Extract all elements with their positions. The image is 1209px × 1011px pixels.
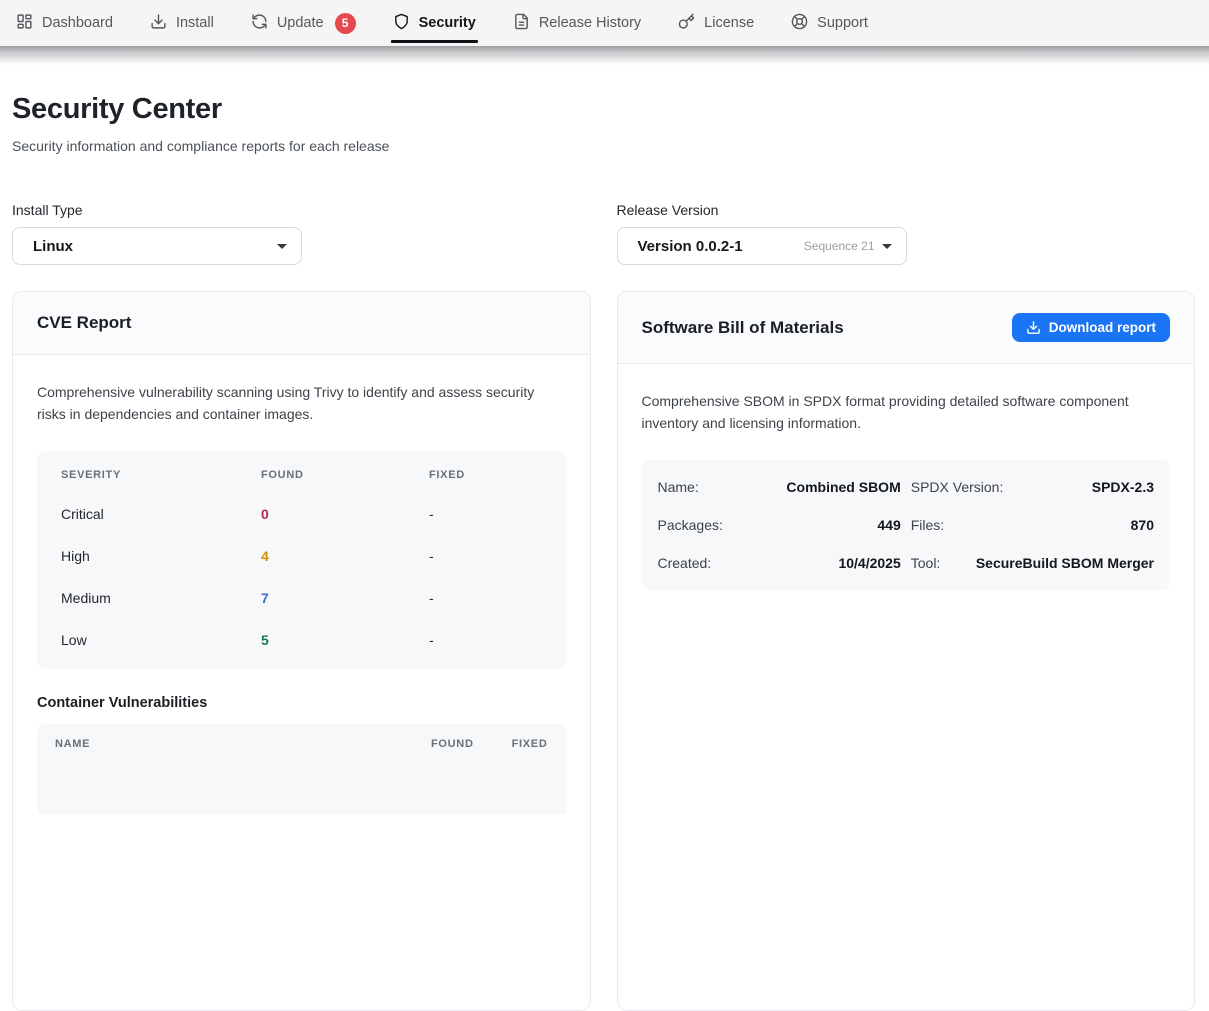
found-col-header: FOUND: [431, 738, 474, 750]
refresh-icon: [251, 13, 268, 34]
detail-value: 10/4/2025: [838, 555, 900, 571]
detail-label: Tool:: [911, 555, 941, 571]
download-report-button[interactable]: Download report: [1012, 313, 1170, 342]
sbom-detail-files: Files: 870: [911, 506, 1154, 544]
filters-row: Install Type Linux Release Version Versi…: [12, 202, 1195, 265]
cve-card-header: CVE Report: [13, 292, 590, 355]
name-col-header: NAME: [55, 738, 393, 750]
download-report-label: Download report: [1049, 320, 1156, 335]
report-cards: CVE Report Comprehensive vulnerability s…: [12, 291, 1195, 1011]
container-vulnerabilities-table: NAME FOUND FIXED: [37, 724, 566, 814]
severity-table-header: SEVERITY FOUND FIXED: [37, 451, 566, 493]
nav-item-label: Dashboard: [42, 15, 113, 31]
table-row-low: Low 5 -: [37, 619, 566, 661]
nav-item-update[interactable]: Update 5: [251, 0, 356, 46]
nav-shadow-divider: [0, 46, 1209, 65]
detail-label: SPDX Version:: [911, 479, 1004, 495]
sbom-detail-spdx-version: SPDX Version: SPDX-2.3: [911, 468, 1154, 506]
sbom-detail-tool: Tool: SecureBuild SBOM Merger: [911, 544, 1154, 582]
sbom-detail-created: Created: 10/4/2025: [658, 544, 901, 582]
shield-icon: [393, 13, 410, 34]
found-col-header: FOUND: [261, 469, 429, 481]
top-navigation: Dashboard Install Update 5 Security Rele…: [0, 0, 1209, 46]
detail-label: Name:: [658, 479, 699, 495]
install-type-field: Install Type Linux: [12, 202, 591, 265]
fixed-count: -: [429, 548, 542, 564]
download-icon: [1026, 320, 1041, 335]
container-table-header: NAME FOUND FIXED: [37, 724, 566, 762]
cve-report-card: CVE Report Comprehensive vulnerability s…: [12, 291, 591, 1011]
nav-item-label: Install: [176, 15, 214, 31]
found-count: 5: [261, 632, 429, 648]
update-count-badge: 5: [335, 13, 356, 34]
found-count: 4: [261, 548, 429, 564]
table-row-medium: Medium 7 -: [37, 577, 566, 619]
nav-item-label: License: [704, 15, 754, 31]
nav-item-license[interactable]: License: [678, 0, 754, 46]
life-buoy-icon: [791, 13, 808, 34]
fixed-count: -: [429, 632, 542, 648]
install-type-label: Install Type: [12, 202, 591, 218]
key-icon: [678, 13, 695, 34]
severity-name: Low: [61, 632, 261, 648]
fixed-col-header: FIXED: [429, 469, 542, 481]
nav-item-security[interactable]: Security: [393, 0, 476, 46]
detail-value: SecureBuild SBOM Merger: [976, 555, 1154, 571]
cve-card-body: Comprehensive vulnerability scanning usi…: [13, 355, 590, 838]
page-subtitle: Security information and compliance repo…: [12, 138, 1195, 154]
container-vulnerabilities-title: Container Vulnerabilities: [37, 695, 566, 711]
release-version-value: Version 0.0.2-1: [638, 238, 743, 255]
sbom-card-title: Software Bill of Materials: [642, 318, 844, 338]
detail-value: SPDX-2.3: [1092, 479, 1154, 495]
detail-label: Packages:: [658, 517, 723, 533]
cve-card-title: CVE Report: [37, 313, 131, 333]
sbom-details-grid: Name: Combined SBOM SPDX Version: SPDX-2…: [642, 460, 1171, 590]
fixed-col-header: FIXED: [512, 738, 548, 750]
nav-item-install[interactable]: Install: [150, 0, 214, 46]
release-version-label: Release Version: [617, 202, 1196, 218]
page-title: Security Center: [12, 93, 1195, 126]
cve-description: Comprehensive vulnerability scanning usi…: [37, 382, 566, 425]
nav-item-label: Update: [277, 15, 324, 31]
detail-label: Files:: [911, 517, 944, 533]
file-text-icon: [513, 13, 530, 34]
nav-item-label: Support: [817, 15, 868, 31]
found-count: 0: [261, 506, 429, 522]
nav-item-release-history[interactable]: Release History: [513, 0, 641, 46]
nav-item-label: Release History: [539, 15, 641, 31]
severity-name: Critical: [61, 506, 261, 522]
severity-name: Medium: [61, 590, 261, 606]
table-row-high: High 4 -: [37, 535, 566, 577]
found-count: 7: [261, 590, 429, 606]
sequence-label: Sequence 21: [804, 239, 875, 253]
severity-col-header: SEVERITY: [61, 469, 261, 481]
fixed-count: -: [429, 590, 542, 606]
detail-value: 870: [1131, 517, 1154, 533]
release-version-select[interactable]: Version 0.0.2-1 Sequence 21: [617, 227, 907, 265]
severity-table: SEVERITY FOUND FIXED Critical 0 - High 4…: [37, 451, 566, 669]
main-content: Security Center Security information and…: [0, 65, 1209, 1011]
chevron-down-icon: [882, 244, 892, 249]
sbom-card: Software Bill of Materials Download repo…: [617, 291, 1196, 1011]
table-row-critical: Critical 0 -: [37, 493, 566, 535]
severity-name: High: [61, 548, 261, 564]
install-type-value: Linux: [33, 238, 73, 255]
download-icon: [150, 13, 167, 34]
detail-value: 449: [877, 517, 900, 533]
release-version-field: Release Version Version 0.0.2-1 Sequence…: [617, 202, 1196, 265]
detail-value: Combined SBOM: [786, 479, 900, 495]
sbom-detail-name: Name: Combined SBOM: [658, 468, 901, 506]
dashboard-grid-icon: [16, 13, 33, 34]
install-type-select[interactable]: Linux: [12, 227, 302, 265]
detail-label: Created:: [658, 555, 712, 571]
nav-item-dashboard[interactable]: Dashboard: [16, 0, 113, 46]
sbom-card-body: Comprehensive SBOM in SPDX format provid…: [618, 364, 1195, 614]
sbom-detail-packages: Packages: 449: [658, 506, 901, 544]
nav-item-support[interactable]: Support: [791, 0, 868, 46]
sbom-description: Comprehensive SBOM in SPDX format provid…: [642, 391, 1171, 434]
fixed-count: -: [429, 506, 542, 522]
sbom-card-header: Software Bill of Materials Download repo…: [618, 292, 1195, 364]
chevron-down-icon: [277, 244, 287, 249]
nav-item-label: Security: [419, 15, 476, 31]
